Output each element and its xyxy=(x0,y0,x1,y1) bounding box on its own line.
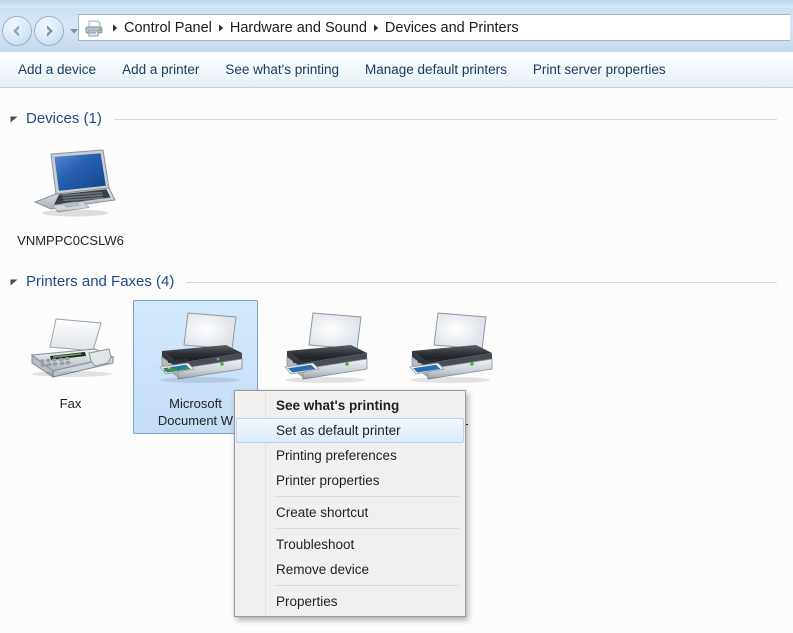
breadcrumb[interactable]: Control Panel Hardware and Sound Devices… xyxy=(78,14,790,41)
breadcrumb-separator-icon xyxy=(107,23,123,33)
address-printer-icon xyxy=(83,18,105,38)
breadcrumb-separator-icon xyxy=(213,23,229,33)
address-bar: Control Panel Hardware and Sound Devices… xyxy=(0,8,793,52)
printer-context-menu: See what's printing Set as default print… xyxy=(234,390,466,617)
devices-and-printers-window: Control Panel Hardware and Sound Devices… xyxy=(0,0,793,633)
triangle-down-icon[interactable] xyxy=(8,113,20,125)
breadcrumb-item-control-panel[interactable]: Control Panel xyxy=(123,17,213,39)
triangle-down-icon[interactable] xyxy=(8,276,20,288)
navigation-buttons xyxy=(2,16,81,46)
window-glass-strip xyxy=(0,0,793,8)
context-menu-item-create-shortcut[interactable]: Create shortcut xyxy=(236,500,464,525)
command-toolbar: Add a device Add a printer See what's pr… xyxy=(0,52,793,88)
section-header-devices[interactable]: Devices (1) xyxy=(0,107,793,131)
context-menu-item-troubleshoot[interactable]: Troubleshoot xyxy=(236,532,464,557)
section-divider xyxy=(186,281,777,283)
section-header-printers-and-faxes[interactable]: Printers and Faxes (4) xyxy=(0,270,793,294)
forward-button[interactable] xyxy=(34,16,64,46)
context-menu-item-set-as-default-printer[interactable]: Set as default printer xyxy=(236,418,464,443)
toolbar-manage-default-printers[interactable]: Manage default printers xyxy=(355,56,517,84)
section-title-printers-and-faxes: Printers and Faxes (4) xyxy=(26,273,175,290)
toolbar-add-a-printer[interactable]: Add a printer xyxy=(112,56,209,84)
context-menu-item-see-whats-printing[interactable]: See what's printing xyxy=(236,393,464,418)
printer-tile-fax[interactable]: Fax xyxy=(8,300,133,417)
context-menu-separator xyxy=(274,496,459,497)
fax-machine-icon xyxy=(23,307,119,391)
device-tile-computer[interactable]: VNMPPC0CSLW6 xyxy=(8,137,133,254)
printer-tile-3[interactable] xyxy=(258,300,383,400)
context-menu-separator xyxy=(274,585,459,586)
toolbar-see-whats-printing[interactable]: See what's printing xyxy=(215,56,349,84)
breadcrumb-separator-icon xyxy=(368,23,384,33)
laptop-icon xyxy=(23,144,119,228)
back-button[interactable] xyxy=(2,16,32,46)
context-menu-item-remove-device[interactable]: Remove device xyxy=(236,557,464,582)
section-divider xyxy=(113,118,777,120)
breadcrumb-item-hardware-and-sound[interactable]: Hardware and Sound xyxy=(229,17,368,39)
printer-icon xyxy=(273,307,369,391)
devices-tile-grid: VNMPPC0CSLW6 xyxy=(0,137,793,254)
context-menu-item-printer-properties[interactable]: Printer properties xyxy=(236,468,464,493)
context-menu-separator xyxy=(274,528,459,529)
breadcrumb-item-devices-and-printers[interactable]: Devices and Printers xyxy=(384,17,520,39)
section-title-devices: Devices (1) xyxy=(26,110,102,127)
device-tile-label: VNMPPC0CSLW6 xyxy=(17,233,124,248)
toolbar-add-a-device[interactable]: Add a device xyxy=(8,56,106,84)
printer-tile-label: Fax xyxy=(59,396,82,411)
printer-icon xyxy=(148,307,244,391)
context-menu-item-properties[interactable]: Properties xyxy=(236,589,464,614)
printer-icon xyxy=(398,307,494,391)
context-menu-item-printing-preferences[interactable]: Printing preferences xyxy=(236,443,464,468)
toolbar-print-server-properties[interactable]: Print server properties xyxy=(523,56,676,84)
